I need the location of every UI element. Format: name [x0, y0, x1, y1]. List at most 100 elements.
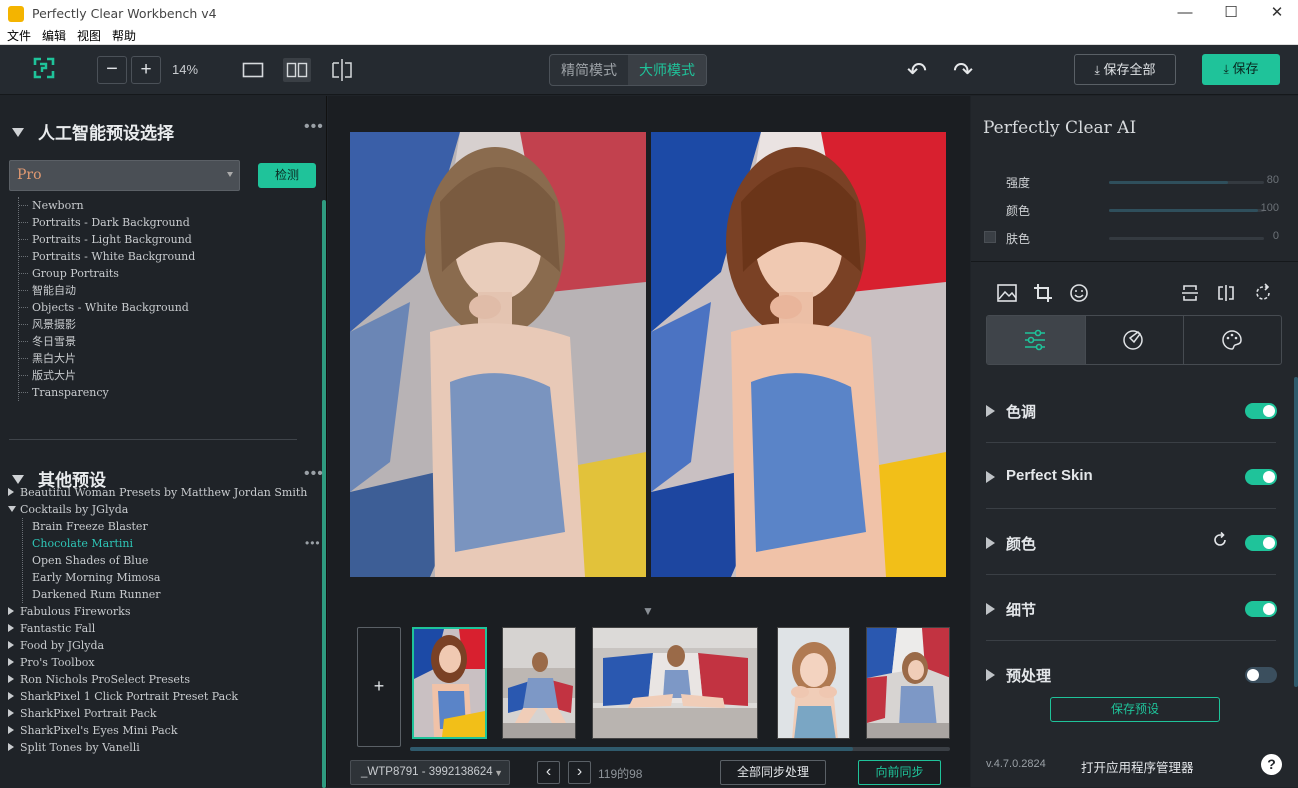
app-manager-link[interactable]: 打开应用程序管理器	[1081, 757, 1194, 776]
ai-preset-select[interactable]: Pro	[9, 160, 240, 191]
section-toggle[interactable]	[1245, 535, 1277, 551]
preset-item[interactable]: Open Shades of Blue	[23, 552, 307, 569]
flip-horizontal-icon[interactable]	[1215, 282, 1237, 304]
ai-preset-item[interactable]: Portraits - Light Background	[19, 231, 195, 248]
section-3[interactable]: 细节	[986, 575, 1277, 641]
close-button[interactable]: ✕	[1254, 0, 1298, 28]
tab-creative[interactable]	[1085, 316, 1183, 364]
section-0[interactable]: 色调	[986, 377, 1277, 443]
simple-mode-tab[interactable]: 精简模式	[550, 55, 628, 85]
section-toggle[interactable]	[1245, 601, 1277, 617]
preset-item[interactable]: Darkened Rum Runner	[23, 586, 307, 603]
undo-button[interactable]: ↶	[907, 57, 927, 86]
file-select[interactable]: _WTP8791 - 3992138624 ▼	[350, 760, 510, 785]
ai-preset-item[interactable]: 版式大片	[19, 367, 195, 384]
single-view-icon[interactable]	[242, 62, 264, 78]
tab-looks[interactable]	[1183, 316, 1281, 364]
menu-view[interactable]: 视图	[73, 28, 105, 44]
section-toggle[interactable]	[1245, 403, 1277, 419]
flip-vertical-icon[interactable]	[1179, 282, 1201, 304]
ai-preset-item[interactable]: 黑白大片	[19, 350, 195, 367]
previous-image-button[interactable]: ‹	[537, 761, 560, 784]
sync-forward-button[interactable]: 向前同步	[858, 760, 941, 785]
sync-all-button[interactable]: 全部同步处理	[720, 760, 826, 785]
save-button[interactable]: ⤓ 保存	[1202, 54, 1280, 85]
preset-group[interactable]: SharkPixel Portrait Pack	[8, 705, 307, 722]
section-toggle[interactable]	[1245, 469, 1277, 485]
add-image-button[interactable]: +	[357, 627, 401, 747]
ai-slider-row: 肤色 0	[971, 227, 1298, 247]
preset-group-label: Cocktails by JGlyda	[20, 503, 129, 516]
ai-preset-item[interactable]: Portraits - Dark Background	[19, 214, 195, 231]
section-toggle[interactable]	[1245, 667, 1277, 683]
preset-group[interactable]: Beautiful Woman Presets by Matthew Jorda…	[8, 484, 307, 501]
master-mode-tab[interactable]: 大师模式	[628, 55, 706, 85]
section-1[interactable]: Perfect Skin	[986, 443, 1277, 509]
collapse-triangle-icon	[12, 128, 24, 137]
after-photo[interactable]	[651, 132, 946, 577]
ai-preset-item[interactable]: Newborn	[19, 197, 195, 214]
rotate-icon[interactable]	[1252, 282, 1274, 304]
section-2[interactable]: 颜色	[986, 509, 1277, 575]
preset-group[interactable]: Cocktails by JGlyda	[8, 501, 307, 518]
preset-group[interactable]: Pro's Toolbox	[8, 654, 307, 671]
more-options-icon[interactable]: •••	[304, 465, 324, 483]
slider-track[interactable]	[1109, 237, 1264, 240]
compare-slider-view-icon[interactable]	[330, 58, 354, 82]
preset-group[interactable]: Split Tones by Vanelli	[8, 739, 307, 756]
before-photo[interactable]	[350, 132, 646, 577]
detect-button[interactable]: 检测	[258, 163, 316, 188]
preset-group[interactable]: Fantastic Fall	[8, 620, 307, 637]
split-view-button[interactable]	[283, 58, 311, 82]
filmstrip-thumb[interactable]	[866, 627, 950, 739]
redo-button[interactable]: ↷	[953, 57, 973, 86]
preset-item-more-icon[interactable]: •••	[305, 536, 321, 550]
ai-presets-scrollbar[interactable]	[322, 200, 326, 500]
filmstrip-scroll-thumb[interactable]	[410, 747, 853, 751]
help-button[interactable]: ?	[1261, 754, 1282, 775]
ai-preset-item[interactable]: Group Portraits	[19, 265, 195, 282]
save-preset-button[interactable]: 保存预设	[1050, 697, 1220, 722]
collapse-filmstrip-icon[interactable]: ▼	[642, 604, 654, 618]
next-image-button[interactable]: ›	[568, 761, 591, 784]
preset-item[interactable]: Brain Freeze Blaster	[23, 518, 307, 535]
preset-group[interactable]: Food by JGlyda	[8, 637, 307, 654]
ai-preset-item[interactable]: 智能自动	[19, 282, 195, 299]
menu-file[interactable]: 文件	[3, 28, 35, 44]
menu-edit[interactable]: 编辑	[38, 28, 70, 44]
reset-icon[interactable]	[1211, 531, 1229, 549]
ai-preset-item[interactable]: Portraits - White Background	[19, 248, 195, 265]
zoom-in-button[interactable]: +	[131, 56, 161, 84]
maximize-button[interactable]: ☐	[1208, 0, 1254, 28]
save-all-button[interactable]: ⤓ 保存全部	[1074, 54, 1176, 85]
adjustments-scrollbar[interactable]	[1294, 377, 1298, 687]
filmstrip-scrollbar[interactable]	[410, 747, 950, 751]
minimize-button[interactable]: —	[1162, 0, 1208, 28]
ai-preset-item[interactable]: 风景摄影	[19, 316, 195, 333]
ai-preset-item[interactable]: 冬日雪景	[19, 333, 195, 350]
preset-group[interactable]: Ron Nichols ProSelect Presets	[8, 671, 307, 688]
menu-help[interactable]: 帮助	[108, 28, 140, 44]
slider-track[interactable]	[1109, 181, 1264, 184]
preset-group[interactable]: SharkPixel's Eyes Mini Pack	[8, 722, 307, 739]
preset-item-selected[interactable]: Chocolate Martini	[23, 535, 307, 552]
face-icon[interactable]	[1068, 282, 1090, 304]
more-options-icon[interactable]: •••	[304, 118, 324, 136]
ai-presets-header[interactable]: 人工智能预设选择	[12, 119, 174, 144]
zoom-out-button[interactable]: −	[97, 56, 127, 84]
filmstrip-thumb-selected[interactable]	[412, 627, 487, 739]
other-presets-scrollbar[interactable]	[322, 488, 326, 788]
ai-preset-item[interactable]: Objects - White Background	[19, 299, 195, 316]
ai-preset-item[interactable]: Transparency	[19, 384, 195, 401]
filmstrip-thumb[interactable]	[502, 627, 576, 739]
filmstrip-thumb[interactable]	[777, 627, 850, 739]
filmstrip-thumb[interactable]	[592, 627, 758, 739]
crop-icon[interactable]	[1032, 282, 1054, 304]
preset-item[interactable]: Early Morning Mimosa	[23, 569, 307, 586]
slider-track[interactable]	[1109, 209, 1264, 212]
preset-group[interactable]: SharkPixel 1 Click Portrait Preset Pack	[8, 688, 307, 705]
skin-tone-checkbox[interactable]	[984, 231, 996, 243]
preset-group[interactable]: Fabulous Fireworks	[8, 603, 307, 620]
tab-adjustments[interactable]	[987, 316, 1085, 364]
image-icon[interactable]	[996, 282, 1018, 304]
